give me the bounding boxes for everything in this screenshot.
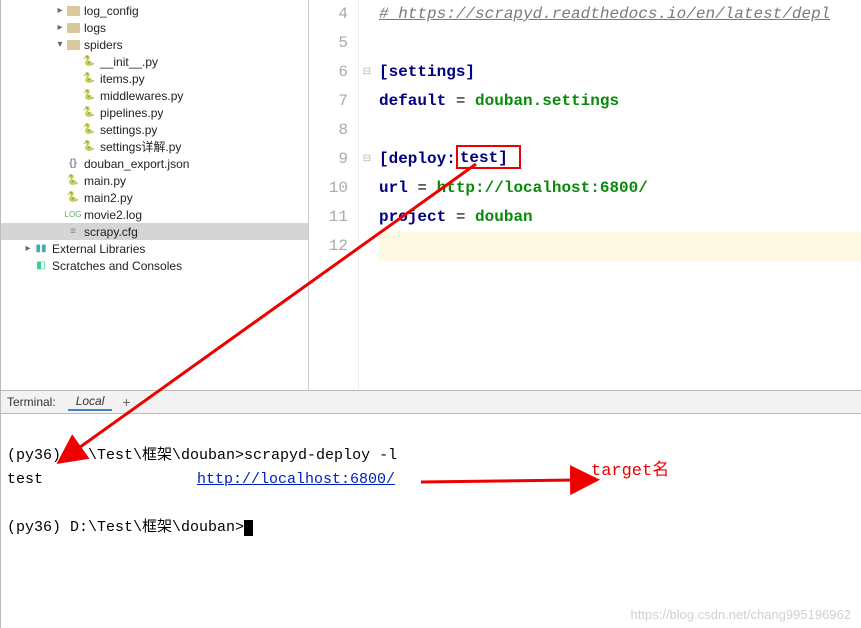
folder-icon: [65, 3, 81, 19]
tree-item[interactable]: ·🐍main.py: [1, 172, 308, 189]
scratch-icon: ◧: [33, 258, 49, 274]
tree-item[interactable]: ·{}douban_export.json: [1, 155, 308, 172]
terminal-tab-bar[interactable]: Terminal: Local +: [1, 390, 861, 414]
add-terminal-icon[interactable]: +: [122, 394, 130, 410]
tree-item-label: __init__.py: [100, 55, 158, 69]
code-line[interactable]: [deploy:test]: [379, 145, 861, 174]
fold-column[interactable]: ⊟ ⊟: [359, 0, 375, 390]
python-file-icon: 🐍: [81, 71, 97, 87]
line-number: 12: [309, 232, 348, 261]
line-number: 6: [309, 58, 348, 87]
tree-item[interactable]: ·≡scrapy.cfg: [1, 223, 308, 240]
tree-item-label: douban_export.json: [84, 157, 189, 171]
code-line[interactable]: project = douban: [379, 203, 861, 232]
code-line[interactable]: [settings]: [379, 58, 861, 87]
expand-icon[interactable]: ▸: [55, 5, 65, 16]
tree-item[interactable]: ·🐍middlewares.py: [1, 87, 308, 104]
line-number: 8: [309, 116, 348, 145]
tree-item[interactable]: ·🐍items.py: [1, 70, 308, 87]
terminal-label: Terminal:: [7, 395, 56, 409]
tree-item-label: middlewares.py: [100, 89, 183, 103]
terminal-command: scrapyd-deploy -l: [244, 447, 397, 464]
python-file-icon: 🐍: [65, 173, 81, 189]
log-file-icon: LOG: [65, 207, 81, 223]
code-line[interactable]: default = douban.settings: [379, 87, 861, 116]
tree-item[interactable]: ·🐍settings.py: [1, 121, 308, 138]
terminal-cursor-icon: [244, 520, 253, 536]
code-line[interactable]: [379, 29, 861, 58]
code-line[interactable]: # https://scrapyd.readthedocs.io/en/late…: [379, 0, 861, 29]
terminal-tab-local[interactable]: Local: [68, 393, 113, 411]
tree-item[interactable]: ·LOGmovie2.log: [1, 206, 308, 223]
tree-item-label: settings详解.py: [100, 138, 181, 155]
python-file-icon: 🐍: [65, 190, 81, 206]
python-file-icon: 🐍: [81, 105, 97, 121]
tree-item-label: settings.py: [100, 123, 157, 137]
terminal-prompt: (py36) D:\Test\框架\douban>: [7, 519, 244, 536]
tree-item[interactable]: ·🐍main2.py: [1, 189, 308, 206]
tree-item-label: items.py: [100, 72, 145, 86]
deploy-url-link[interactable]: http://localhost:6800/: [197, 471, 395, 488]
code-line[interactable]: url = http://localhost:6800/: [379, 174, 861, 203]
tree-item[interactable]: ▸ log_config: [1, 2, 308, 19]
folder-icon: [65, 37, 81, 53]
expand-icon[interactable]: ▸: [55, 22, 65, 33]
watermark: https://blog.csdn.net/chang995196962: [631, 607, 851, 622]
line-number-gutter: 456789101112: [309, 0, 359, 390]
tree-item[interactable]: ·🐍settings详解.py: [1, 138, 308, 155]
line-number: 10: [309, 174, 348, 203]
python-file-icon: 🐍: [81, 139, 97, 155]
project-tree[interactable]: ▸ log_config ▸ logs ▾ spiders·🐍__init__.py·🐍i…: [1, 0, 309, 390]
tree-item-label: movie2.log: [84, 208, 142, 222]
fold-icon[interactable]: ⊟: [363, 67, 371, 78]
library-icon: ▮▮: [33, 241, 49, 257]
annotation-target-label: target名: [591, 455, 669, 481]
tree-item-label: log_config: [84, 4, 139, 18]
code-area[interactable]: # https://scrapyd.readthedocs.io/en/late…: [375, 0, 861, 390]
tree-item-label: main.py: [84, 174, 126, 188]
line-number: 5: [309, 29, 348, 58]
expand-icon[interactable]: ▾: [55, 39, 65, 50]
tree-item-label: scrapy.cfg: [84, 225, 138, 239]
terminal-prompt: (py36) D:\Test\框架\douban>: [7, 447, 244, 464]
tree-item[interactable]: ▾ spiders: [1, 36, 308, 53]
fold-icon[interactable]: ⊟: [363, 154, 371, 165]
line-number: 11: [309, 203, 348, 232]
tree-item[interactable]: ·◧Scratches and Consoles: [1, 257, 308, 274]
tree-item-label: spiders: [84, 38, 123, 52]
tree-item[interactable]: ▸ logs: [1, 19, 308, 36]
tree-item[interactable]: ▸▮▮External Libraries: [1, 240, 308, 257]
tree-item-label: pipelines.py: [100, 106, 163, 120]
python-file-icon: 🐍: [81, 88, 97, 104]
tree-item-label: External Libraries: [52, 242, 145, 256]
expand-icon[interactable]: ▸: [23, 243, 33, 254]
python-file-icon: 🐍: [81, 122, 97, 138]
deploy-target-highlight: test]: [456, 145, 522, 169]
tree-item-label: main2.py: [84, 191, 133, 205]
cfg-file-icon: ≡: [65, 224, 81, 240]
tree-item[interactable]: ·🐍__init__.py: [1, 53, 308, 70]
code-line[interactable]: [379, 116, 861, 145]
line-number: 4: [309, 0, 348, 29]
tree-item-label: logs: [84, 21, 106, 35]
line-number: 9: [309, 145, 348, 174]
folder-icon: [65, 20, 81, 36]
code-line[interactable]: [379, 232, 861, 261]
line-number: 7: [309, 87, 348, 116]
tree-item[interactable]: ·🐍pipelines.py: [1, 104, 308, 121]
python-file-icon: 🐍: [81, 54, 97, 70]
terminal-output[interactable]: (py36) D:\Test\框架\douban>scrapyd-deploy …: [1, 414, 861, 628]
json-file-icon: {}: [65, 156, 81, 172]
tree-item-label: Scratches and Consoles: [52, 259, 182, 273]
deploy-target-name: test: [7, 468, 197, 492]
code-editor[interactable]: 456789101112 ⊟ ⊟ # https://scrapyd.readt…: [309, 0, 861, 390]
